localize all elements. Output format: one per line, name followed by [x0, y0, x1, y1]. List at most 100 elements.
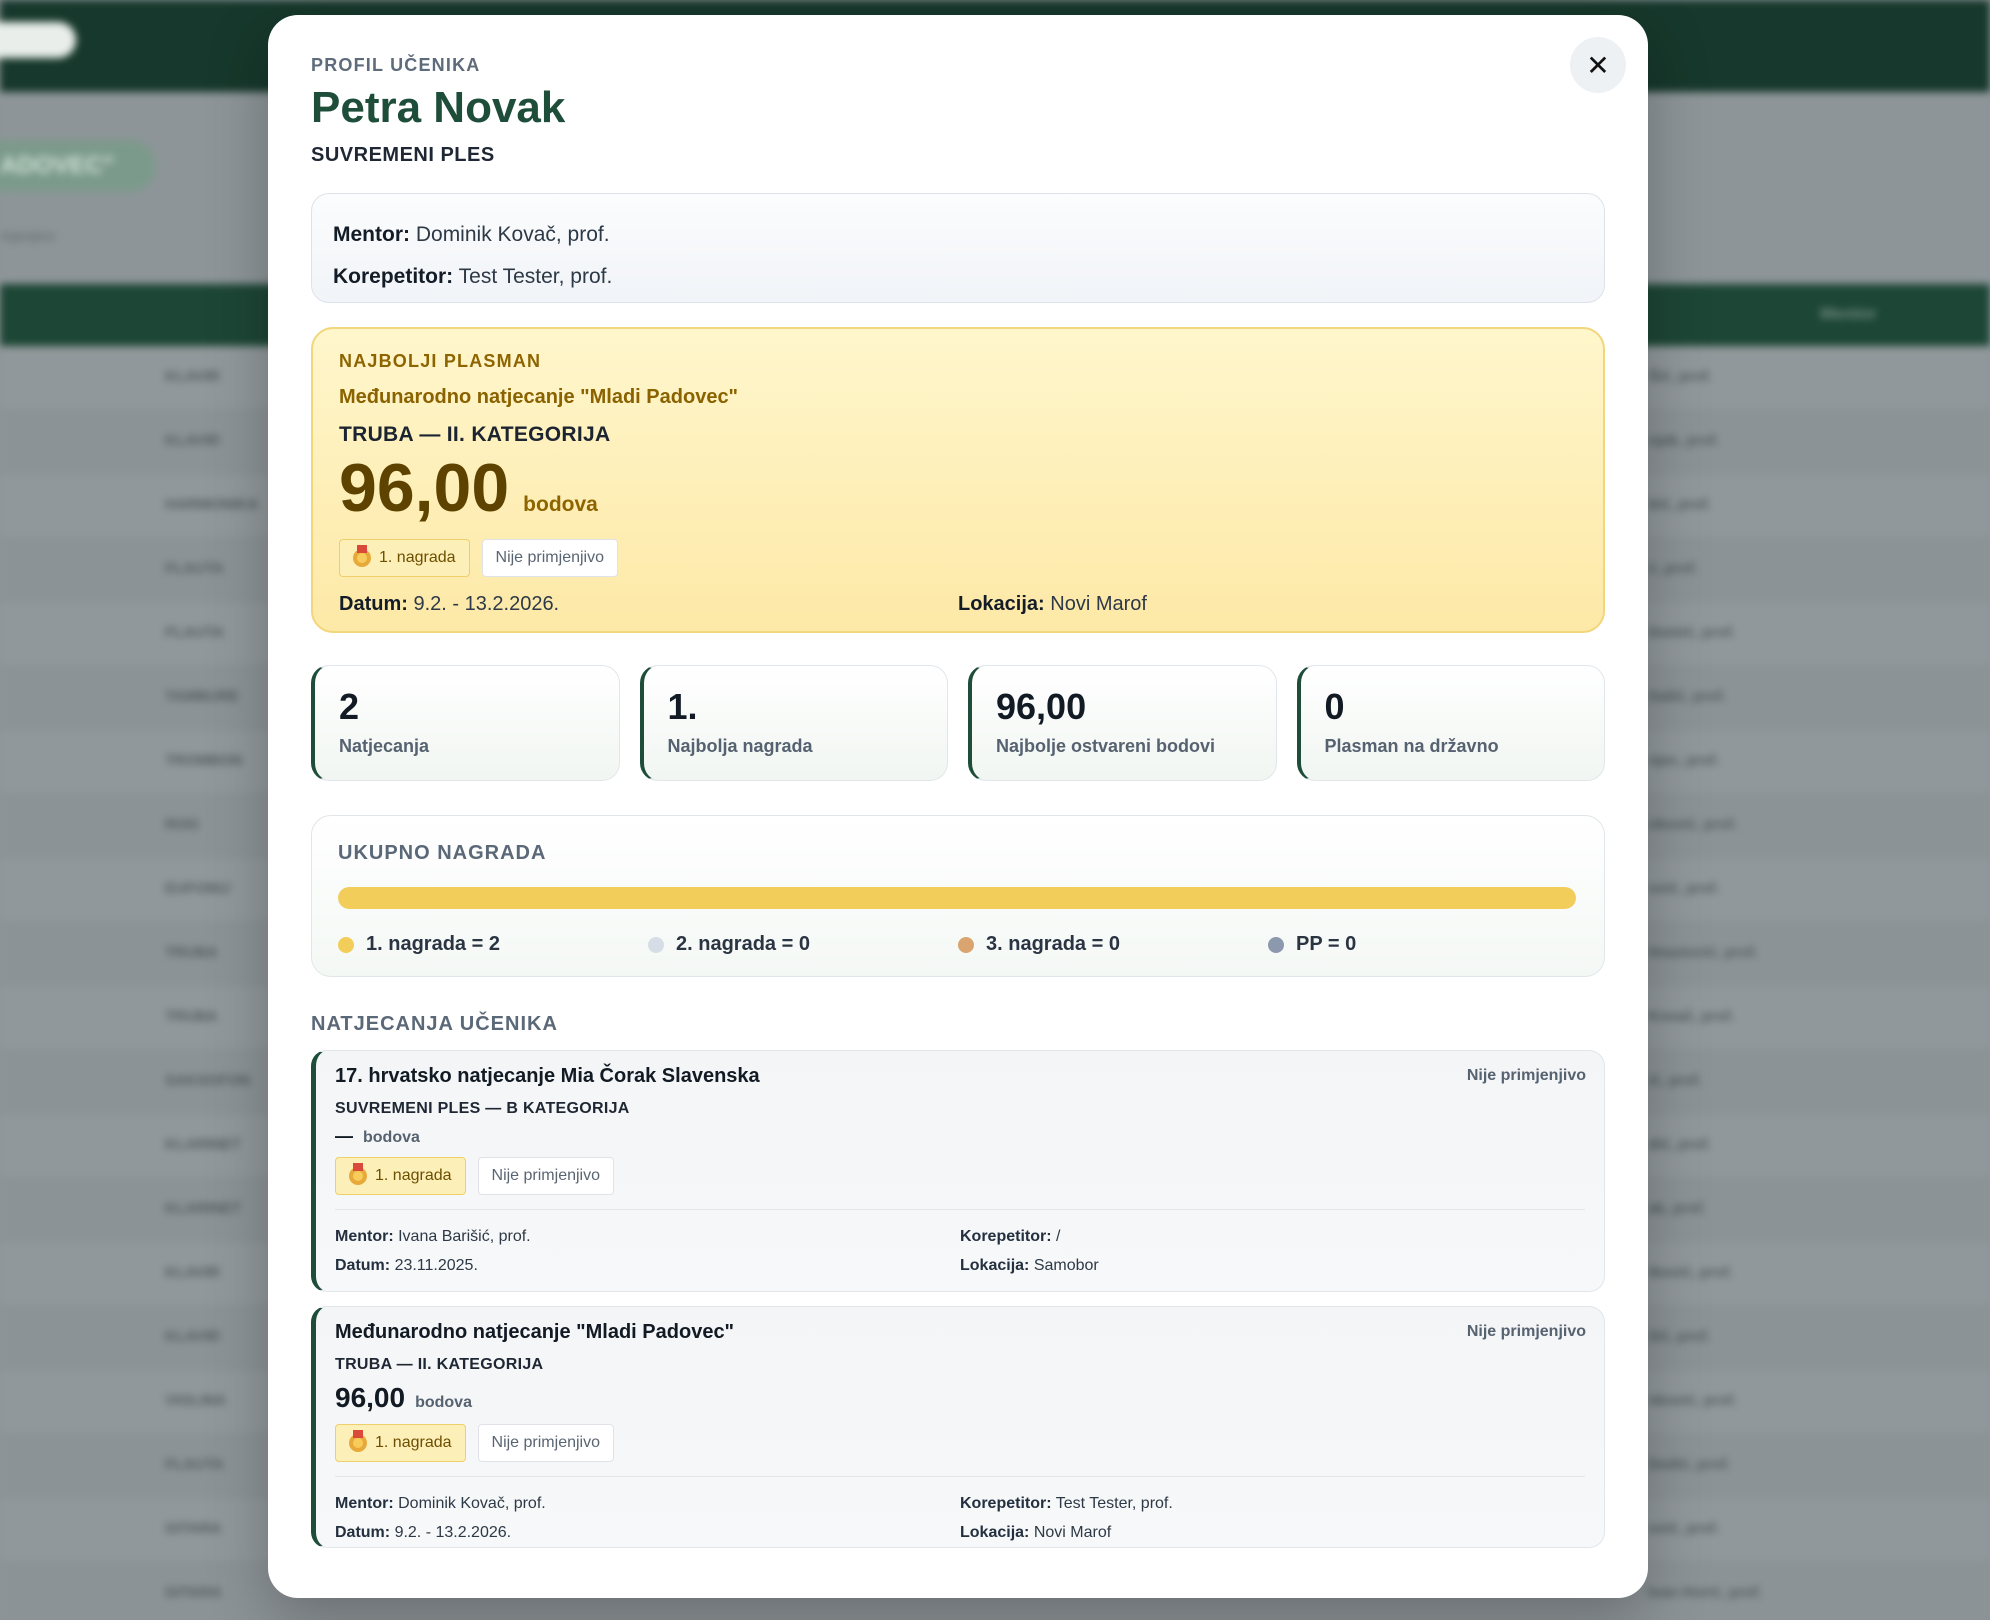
- row-instrument: KLAVIR: [165, 1264, 220, 1281]
- row-instrument: GITARA: [165, 1584, 222, 1601]
- student-name: Petra Novak: [311, 83, 566, 132]
- medal-icon: [349, 1163, 367, 1186]
- competitions-section-title: NATJECANJA UČENIKA: [311, 1013, 558, 1036]
- location-label: Lokacija:: [960, 1257, 1030, 1275]
- competition-card[interactable]: 17. hrvatsko natjecanje Mia Čorak Slaven…: [311, 1050, 1605, 1293]
- best-score-unit: bodova: [523, 493, 598, 517]
- best-date-value: 9.2. - 13.2.2026.: [413, 592, 560, 615]
- korepetitor-label: Korepetitor:: [960, 1495, 1052, 1513]
- award-chip-label: 1. nagrada: [375, 1434, 452, 1452]
- best-location-label: Lokacija:: [958, 592, 1045, 615]
- competition-details-right: Korepetitor: Test Tester, prof. Lokacija…: [960, 1489, 1585, 1547]
- row-instrument: VIOLINA: [165, 1392, 226, 1409]
- row-mentor: nković, prof.: [1648, 1392, 1738, 1409]
- competition-score-row: 96,00 bodova: [335, 1382, 1585, 1414]
- modal-kicker: PROFIL UČENIKA: [311, 55, 481, 75]
- row-instrument: KLAVIR: [165, 368, 220, 385]
- date-label: Datum:: [335, 1524, 391, 1542]
- row-mentor: Domić, prof.: [1648, 624, 1736, 641]
- competition-chips: 1. nagrada Nije primjenjivo: [335, 1424, 1585, 1463]
- competition-status: Nije primjenjivo: [1466, 1323, 1586, 1341]
- legend-label: 2. nagrada = 0: [676, 933, 810, 956]
- row-mentor: Ivan Horić, prof.: [1648, 1584, 1763, 1601]
- awards-legend: 1. nagrada = 2 2. nagrada = 0 3. nagrada…: [338, 933, 1578, 956]
- row-mentor: nković, prof.: [1648, 816, 1738, 833]
- status-chip: Nije primjenjivo: [481, 538, 618, 577]
- best-date-label: Datum:: [339, 592, 408, 615]
- row-mentor: ić, prof.: [1648, 1072, 1703, 1089]
- competition-score-row: — bodova: [335, 1126, 1585, 1147]
- competition-score-unit: bodova: [415, 1394, 472, 1412]
- stat-label: Najbolje ostvareni bodovi: [996, 736, 1216, 757]
- row-mentor: dić, prof.: [1648, 1136, 1712, 1153]
- award-chip: 1. nagrada: [335, 1157, 466, 1196]
- row-instrument: FLAUTA: [165, 624, 224, 641]
- status-chip: Nije primjenjivo: [477, 1157, 614, 1196]
- row-mentor: Kovač, prof.: [1648, 1008, 1735, 1025]
- korepetitor-line: Korepetitor: Test Tester, prof.: [333, 256, 1583, 298]
- date-label: Datum:: [335, 1257, 391, 1275]
- best-date: Datum: 9.2. - 13.2.2026.: [339, 593, 958, 616]
- stat-label: Natjecanja: [339, 736, 430, 757]
- competition-score: 96,00: [335, 1382, 406, 1414]
- row-instrument: SAKSOFON: [165, 1072, 251, 1089]
- row-mentor: bić, prof.: [1648, 496, 1712, 513]
- competition-details-right: Korepetitor: / Lokacija: Samobor: [960, 1222, 1585, 1280]
- best-location-value: Novi Marof: [1050, 592, 1147, 615]
- date-value: 23.11.2025.: [394, 1257, 478, 1275]
- row-mentor: ović, prof.: [1648, 1520, 1720, 1537]
- mentor-value: Ivana Barišić, prof.: [398, 1228, 531, 1246]
- row-instrument: TAMBURE: [165, 688, 239, 705]
- legend-label: 3. nagrada = 0: [986, 933, 1120, 956]
- row-instrument: TROMBON: [165, 752, 243, 769]
- best-placement-card: NAJBOLJI PLASMAN Međunarodno natjecanje …: [311, 327, 1605, 634]
- korepetitor-label: Korepetitor:: [960, 1228, 1052, 1246]
- award-chip-label: 1. nagrada: [375, 1167, 452, 1185]
- stat-value: 2: [339, 686, 360, 728]
- row-instrument: TRUBA: [165, 944, 218, 961]
- student-discipline: SUVREMENI PLES: [311, 144, 495, 167]
- row-instrument: FLAUTA: [165, 1456, 224, 1473]
- date-value: 9.2. - 13.2.2026.: [394, 1524, 512, 1542]
- mentor-label: Mentor:: [333, 223, 410, 247]
- mentor-info-box: Mentor: Dominik Kovač, prof. Korepetitor…: [311, 193, 1605, 304]
- row-instrument: ROG: [165, 816, 200, 833]
- competition-category: SUVREMENI PLES — B KATEGORIJA: [335, 1100, 630, 1118]
- total-awards-title: UKUPNO NAGRADA: [338, 842, 547, 865]
- mentor-line: Mentor: Dominik Kovač, prof.: [333, 214, 1583, 256]
- mentor-value: Dominik Kovač, prof.: [415, 223, 610, 247]
- competition-name: 17. hrvatsko natjecanje Mia Čorak Slaven…: [335, 1065, 760, 1088]
- table-header-mentor: Mentor: [1820, 304, 1877, 323]
- close-button[interactable]: ✕: [1570, 37, 1626, 93]
- legend-label: PP = 0: [1296, 933, 1357, 956]
- best-competition-name: Međunarodno natjecanje "Mladi Padovec": [339, 386, 739, 409]
- competition-details: Mentor: Dominik Kovač, prof. Datum: 9.2.…: [335, 1476, 1585, 1547]
- location-value: Novi Marof: [1033, 1524, 1112, 1542]
- row-mentor: Šić, prof.: [1648, 368, 1713, 385]
- stats-row: 2 Natjecanja 1. Najbolja nagrada 96,00 N…: [311, 665, 1605, 782]
- korepetitor-value: /: [1056, 1228, 1061, 1246]
- competition-chips: 1. nagrada Nije primjenjivo: [335, 1157, 1585, 1196]
- mentor-label: Mentor:: [335, 1495, 394, 1513]
- location-label: Lokacija:: [960, 1524, 1030, 1542]
- best-score-row: 96,00 bodova: [339, 450, 1577, 527]
- legend-third: 3. nagrada = 0: [958, 933, 1268, 956]
- stat-label: Plasman na državno: [1324, 736, 1499, 757]
- stat-label: Najbolja nagrada: [667, 736, 813, 757]
- competition-category: TRUBA — II. KATEGORIJA: [335, 1356, 544, 1374]
- row-mentor: ć, prof.: [1648, 560, 1699, 577]
- stat-card-competitions: 2 Natjecanja: [311, 665, 620, 782]
- top-pill: [0, 22, 76, 58]
- award-chip: 1. nagrada: [339, 538, 470, 577]
- row-mentor: Hrastović, prof.: [1648, 944, 1759, 961]
- competition-card[interactable]: Međunarodno natjecanje "Mladi Padovec" N…: [311, 1306, 1605, 1549]
- competition-name: Međunarodno natjecanje "Mladi Padovec": [335, 1321, 735, 1344]
- legend-second: 2. nagrada = 0: [648, 933, 958, 956]
- legend-dot: [648, 936, 664, 953]
- best-meta: Datum: 9.2. - 13.2.2026. Lokacija: Novi …: [339, 593, 1577, 616]
- best-category: TRUBA — II. KATEGORIJA: [339, 423, 611, 447]
- location-value: Samobor: [1033, 1257, 1099, 1275]
- row-instrument: GITARA: [165, 1520, 222, 1537]
- row-mentor: ović, prof.: [1648, 880, 1720, 897]
- best-score: 96,00: [339, 450, 510, 527]
